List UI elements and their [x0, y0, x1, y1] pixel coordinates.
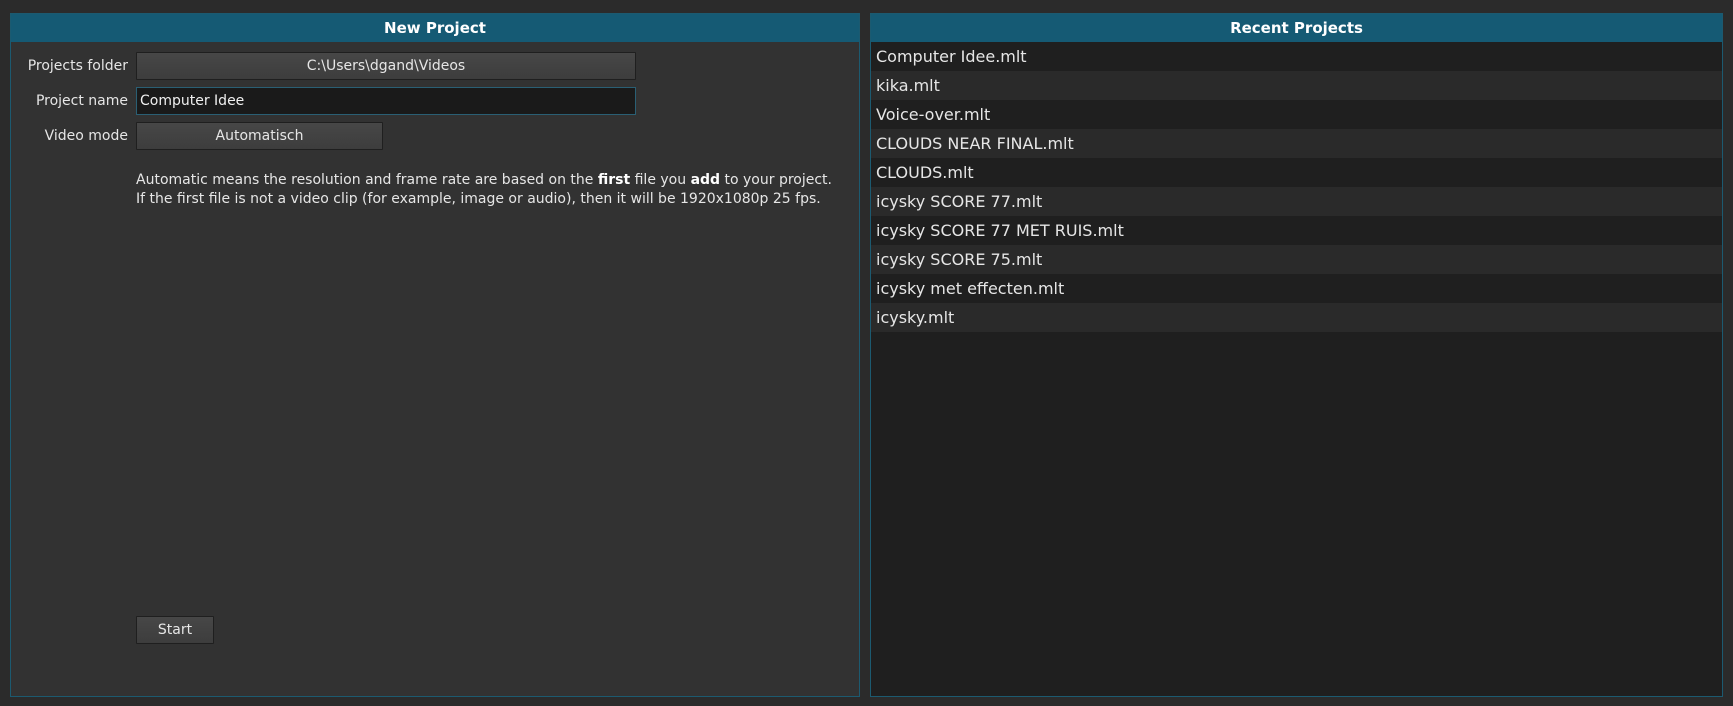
recent-project-item[interactable]: icysky SCORE 75.mlt — [871, 245, 1722, 274]
help-text-bold-add: add — [690, 172, 721, 188]
recent-project-item[interactable]: icysky SCORE 77 MET RUIS.mlt — [871, 216, 1722, 245]
video-mode-label-box: Video mode — [11, 122, 128, 150]
recent-project-item[interactable]: icysky.mlt — [871, 303, 1722, 332]
help-text-part3: to your project. — [720, 172, 833, 188]
projects-folder-button[interactable]: C:\Users\dgand\Videos — [136, 52, 636, 80]
help-line-2: If the first file is not a video clip (f… — [136, 191, 821, 207]
help-text-bold-first: first — [597, 172, 631, 188]
recent-projects-header: Recent Projects — [871, 14, 1722, 42]
recent-project-item[interactable]: Computer Idee.mlt — [871, 42, 1722, 71]
help-text-part1: Automatic means the resolution and frame… — [136, 172, 598, 188]
recent-project-item[interactable]: kika.mlt — [871, 71, 1722, 100]
start-button[interactable]: Start — [136, 616, 214, 644]
projects-folder-label: Projects folder — [27, 58, 128, 74]
project-name-label: Project name — [35, 93, 128, 109]
project-name-label-box: Project name — [11, 87, 128, 115]
new-project-header: New Project — [11, 14, 859, 42]
projects-folder-label-box: Projects folder — [11, 52, 128, 80]
new-project-panel: New Project Projects folder C:\Users\dga… — [10, 13, 860, 697]
video-mode-button[interactable]: Automatisch — [136, 122, 383, 150]
help-line-1: Automatic means the resolution and frame… — [136, 171, 851, 190]
recent-project-item[interactable]: CLOUDS NEAR FINAL.mlt — [871, 129, 1722, 158]
recent-project-item[interactable]: icysky met effecten.mlt — [871, 274, 1722, 303]
project-name-input[interactable] — [136, 87, 636, 115]
video-mode-label: Video mode — [44, 128, 128, 144]
recent-projects-list: Computer Idee.mlt kika.mlt Voice-over.ml… — [871, 42, 1722, 332]
video-mode-help-text: Automatic means the resolution and frame… — [136, 171, 851, 209]
recent-project-item[interactable]: Voice-over.mlt — [871, 100, 1722, 129]
recent-project-item[interactable]: CLOUDS.mlt — [871, 158, 1722, 187]
recent-projects-panel: Recent Projects Computer Idee.mlt kika.m… — [870, 13, 1723, 697]
recent-project-item[interactable]: icysky SCORE 77.mlt — [871, 187, 1722, 216]
help-text-part2: file you — [630, 172, 691, 188]
